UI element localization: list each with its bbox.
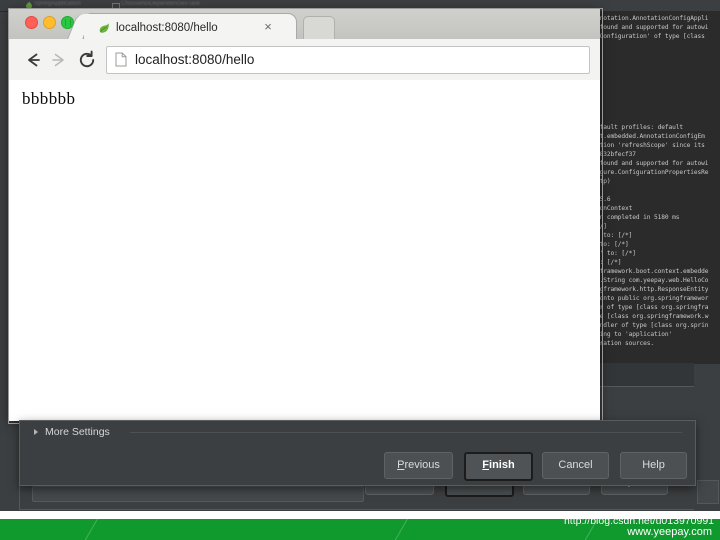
spring-leaf-favicon-icon (98, 21, 110, 33)
cancel-button[interactable]: Cancel (542, 452, 609, 479)
console-line: er of type [class org.springfra (596, 304, 709, 311)
finish-button-label: inish (489, 459, 515, 471)
console-line: andler of type [class org.sprin (596, 322, 709, 329)
console-line: ionContext (596, 205, 633, 212)
previous-button-label: revious (404, 459, 440, 471)
console-line: xt.embedded.AnnotationConfigEm (596, 133, 705, 140)
new-tab-button[interactable] (303, 16, 335, 40)
console-line: onto public org.springframewor (596, 295, 709, 302)
background-wizard-dialog: elp (19, 484, 696, 510)
ide-tab-label-1[interactable]: ChooseNoDependenciesTask (121, 1, 200, 7)
console-line: gframework.boot.context.embedde (596, 268, 709, 275)
console-line: uration sources. (596, 340, 655, 347)
back-arrow-icon[interactable] (22, 49, 44, 71)
finish-button[interactable]: Finish (464, 452, 533, 481)
page-body-text: bbbbbb (22, 89, 76, 108)
console-line: found and supported for autowi (596, 24, 709, 31)
browser-tab-title: localhost:8080/hello (116, 22, 218, 34)
watermark-site: www.yeepay.com (627, 526, 712, 538)
more-settings-toggle[interactable]: More Settings (34, 424, 682, 440)
console-line: to: [/*] (596, 241, 629, 248)
console-line: ting to 'application' (596, 331, 673, 338)
console-line: nnotation.AnnotationConfigAppli (596, 15, 709, 22)
page-viewport[interactable]: bbbbbb (9, 80, 600, 421)
watermark-banner: http://blog.csdn.net/u013970991 www.yeep… (0, 519, 720, 540)
banner-decor-line (80, 519, 101, 540)
chrome-browser-window[interactable]: localhost:8080/hello × localhost:8080/he… (9, 9, 600, 421)
console-line: ngframework.http.ResponseEntity (596, 286, 709, 293)
background-dialog-corner-button[interactable] (697, 480, 719, 504)
background-window-edge-horizontal (598, 386, 694, 387)
browser-tab-active[interactable]: localhost:8080/hello × (83, 13, 297, 40)
chevron-right-icon (34, 429, 38, 435)
run-console-output[interactable]: nnotation.AnnotationConfigAppli found an… (596, 11, 720, 363)
background-window-ghost (598, 363, 694, 387)
window-close-button[interactable] (25, 16, 38, 29)
console-line: efault profiles: default (596, 124, 684, 131)
browser-toolbar: localhost:8080/hello (9, 39, 600, 81)
section-divider (130, 432, 682, 433)
help-button[interactable]: Help (620, 452, 687, 479)
address-bar[interactable]: localhost:8080/hello (106, 46, 590, 74)
forward-arrow-icon[interactable] (48, 49, 70, 71)
console-line: oConfiguration' of type [class (596, 33, 709, 40)
window-minimize-button[interactable] (43, 16, 56, 29)
reload-icon[interactable] (76, 49, 98, 71)
tab-close-icon[interactable]: × (260, 19, 276, 35)
console-line: 5832bfecf37 (596, 151, 636, 158)
project-wizard-dialog[interactable]: More Settings Previous Finish Cancel Hel… (19, 420, 696, 486)
page-document-icon (115, 52, 127, 67)
console-line: igure.ConfigurationPropertiesRe (596, 169, 709, 176)
previous-button[interactable]: Previous (384, 452, 453, 479)
console-line: ' to: [/*] (596, 232, 633, 239)
console-line: r' to: [/*] (596, 250, 636, 257)
console-line: g.String com.yeepay.web.HelloCo (596, 277, 709, 284)
background-dialog-input[interactable] (32, 486, 364, 502)
address-bar-url-text: localhost:8080/hello (135, 52, 255, 67)
console-line: found and supported for autowi (596, 160, 709, 167)
more-settings-label: More Settings (45, 426, 110, 438)
white-gap (0, 511, 720, 519)
browser-tab-strip: localhost:8080/hello × (9, 9, 600, 40)
dialog-button-row: Previous Finish Cancel Help (20, 448, 695, 482)
ide-tab-label-0[interactable]: SpringApplication (34, 1, 81, 7)
console-line: pe [class org.springframework.w (596, 313, 709, 320)
banner-decor-line (390, 519, 411, 540)
console-line: ition 'refreshScope' since its (596, 142, 705, 149)
console-line: on completed in 5180 ms (596, 214, 680, 221)
